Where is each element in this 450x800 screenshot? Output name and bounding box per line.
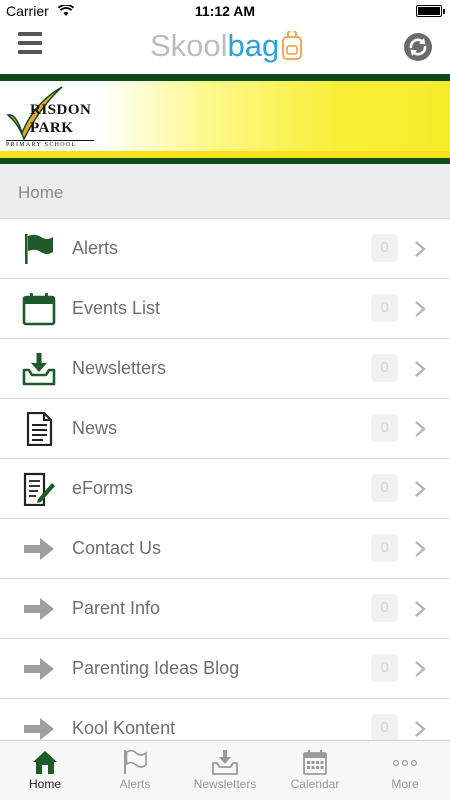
calendar-icon	[22, 293, 56, 326]
tab-label: More	[391, 777, 419, 791]
tab-label: Newsletters	[193, 777, 257, 791]
skoolbag-logo: Skool bag	[150, 26, 303, 66]
school-banner: RISDON PARK PRIMARY SCHOOL	[0, 74, 450, 164]
count-badge: 0	[371, 594, 398, 622]
list-item-parent-info[interactable]: Parent Info 0	[0, 579, 450, 639]
count-badge: 0	[371, 354, 398, 382]
hamburger-menu-button[interactable]	[18, 32, 42, 56]
chevron-right-icon	[415, 241, 426, 257]
clock: 11:12 AM	[194, 3, 256, 19]
arrow-right-icon	[24, 538, 54, 560]
chevron-right-icon	[415, 661, 426, 677]
count-badge: 0	[371, 294, 398, 322]
section-header: Home	[0, 164, 450, 219]
list-item-alerts[interactable]: Alerts 0	[0, 219, 450, 279]
chevron-right-icon	[415, 301, 426, 317]
list-item-label: Kool Kontent	[72, 718, 176, 738]
school-name-line1: RISDON	[30, 102, 92, 118]
flag-icon	[25, 234, 53, 264]
arrow-right-icon	[24, 598, 54, 620]
list-item-label: Events List	[72, 298, 161, 318]
list-item-label: Parent Info	[72, 598, 161, 618]
tab-calendar[interactable]: Calendar	[270, 741, 360, 800]
chevron-right-icon	[415, 541, 426, 557]
list-item-label: Alerts	[72, 238, 119, 258]
list-item-eforms[interactable]: eForms 0	[0, 459, 450, 519]
tab-bar: Home Alerts Newsletters Calendar More	[0, 740, 450, 800]
page-title: Home	[18, 183, 64, 202]
brand-part1: Skool	[150, 28, 228, 63]
count-badge: 0	[371, 474, 398, 502]
count-badge: 0	[371, 414, 398, 442]
list-item-parenting-ideas-blog[interactable]: Parenting Ideas Blog 0	[0, 639, 450, 699]
sync-icon	[404, 33, 432, 61]
list-item-label: News	[72, 418, 118, 438]
list-item-contact-us[interactable]: Contact Us 0	[0, 519, 450, 579]
chevron-right-icon	[415, 721, 426, 737]
chevron-right-icon	[415, 361, 426, 377]
brand-part2: bag	[227, 28, 280, 63]
list-item-label: Newsletters	[72, 358, 167, 378]
form-edit-icon	[23, 472, 55, 506]
count-badge: 0	[371, 234, 398, 262]
flag-icon	[124, 749, 147, 774]
home-icon	[33, 751, 57, 774]
count-badge: 0	[371, 534, 398, 562]
chevron-right-icon	[415, 601, 426, 617]
sync-button[interactable]	[402, 31, 434, 63]
chevron-right-icon	[415, 481, 426, 497]
count-badge: 0	[371, 714, 398, 742]
tab-home[interactable]: Home	[0, 741, 90, 800]
tab-label: Home	[28, 777, 61, 791]
list-item-events-list[interactable]: Events List 0	[0, 279, 450, 339]
tab-more[interactable]: More	[360, 741, 450, 800]
count-badge: 0	[371, 654, 398, 682]
chevron-right-icon	[415, 421, 426, 437]
school-logo: RISDON PARK PRIMARY SCHOOL	[6, 85, 96, 157]
backpack-icon	[282, 31, 303, 60]
inbox-download-icon	[22, 353, 56, 386]
status-bar: Carrier 11:12 AM	[0, 0, 450, 22]
menu-list: Alerts 0 Events List 0 Newsletters 0 New…	[0, 219, 450, 759]
inbox-download-icon	[212, 750, 238, 775]
school-name-line2: PARK	[30, 120, 74, 136]
school-name-line3: PRIMARY SCHOOL	[6, 140, 94, 148]
navbar: Skool bag	[0, 22, 450, 74]
tab-label: Alerts	[119, 777, 151, 791]
list-item-label: eForms	[72, 478, 134, 498]
calendar-icon	[303, 750, 327, 775]
banner-stripe	[0, 151, 450, 158]
list-item-label: Parenting Ideas Blog	[72, 658, 240, 678]
list-item-news[interactable]: News 0	[0, 399, 450, 459]
battery-icon	[416, 5, 445, 17]
more-dots-icon	[392, 759, 418, 767]
tab-label: Calendar	[290, 777, 340, 791]
document-icon	[26, 412, 53, 446]
tab-newsletters[interactable]: Newsletters	[180, 741, 270, 800]
list-item-label: Contact Us	[72, 538, 162, 558]
arrow-right-icon	[24, 658, 54, 680]
list-item-newsletters[interactable]: Newsletters 0	[0, 339, 450, 399]
tab-alerts[interactable]: Alerts	[90, 741, 180, 800]
